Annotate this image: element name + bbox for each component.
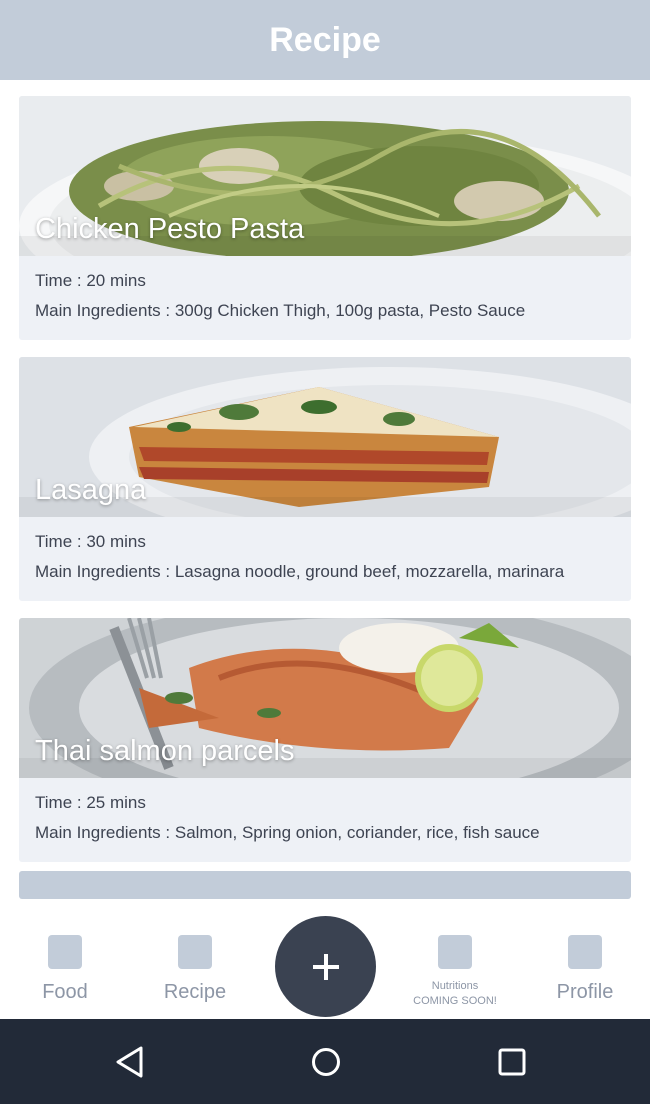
food-icon xyxy=(48,935,82,969)
recipe-ingredients: Main Ingredients : Lasagna noodle, groun… xyxy=(35,562,565,581)
nav-label-food: Food xyxy=(42,981,88,1003)
nutritions-label: Nutritions xyxy=(431,980,479,992)
lasagna-photo: Lasagna xyxy=(19,357,631,517)
recipe-card-chicken-pesto-pasta[interactable]: Chicken Pesto Pasta Time : 20 mins Main … xyxy=(19,96,631,340)
home-circle-icon[interactable] xyxy=(309,1045,343,1079)
nav-label-recipe: Recipe xyxy=(163,981,227,1003)
system-navigation-bar xyxy=(0,1019,650,1104)
coming-soon-label: COMING SOON! xyxy=(413,995,497,1007)
salmon-photo: Thai salmon parcels xyxy=(19,618,631,778)
recipe-time: Time : 25 mins xyxy=(35,793,146,812)
pasta-photo: Chicken Pesto Pasta xyxy=(19,96,631,256)
recipe-title: Thai salmon parcels xyxy=(35,735,295,767)
profile-icon xyxy=(568,935,602,969)
nav-label-profile: Profile xyxy=(556,981,614,1003)
recipe-time: Time : 30 mins xyxy=(35,532,146,551)
recents-square-icon[interactable] xyxy=(495,1045,529,1079)
recipe-details: Time : 25 mins Main Ingredients : Salmon… xyxy=(19,778,631,862)
recipe-title: Chicken Pesto Pasta xyxy=(35,213,305,245)
nutritions-icon xyxy=(438,935,472,969)
recipe-details: Time : 20 mins Main Ingredients : 300g C… xyxy=(19,256,631,340)
app-header: Recipe xyxy=(0,0,650,80)
plus-icon xyxy=(312,953,339,980)
recipe-card-lasagna[interactable]: Lasagna Time : 30 mins Main Ingredients … xyxy=(19,357,631,601)
back-triangle-icon[interactable] xyxy=(113,1045,147,1079)
nav-item-nutritions[interactable]: Nutritions COMING SOON! xyxy=(395,935,515,1015)
recipe-ingredients: Main Ingredients : Salmon, Spring onion,… xyxy=(35,823,540,842)
recipe-card-thai-salmon-parcels[interactable]: Thai salmon parcels Time : 25 mins Main … xyxy=(19,618,631,862)
recipe-icon xyxy=(178,935,212,969)
recipe-details: Time : 30 mins Main Ingredients : Lasagn… xyxy=(19,517,631,601)
bottom-navigation: Food Recipe Nutritions COMING SOON! Prof… xyxy=(0,905,650,1019)
page-title: Recipe xyxy=(269,20,381,59)
nav-item-recipe[interactable]: Recipe xyxy=(135,935,255,1015)
recipe-card-partial[interactable] xyxy=(19,871,631,899)
recipe-title: Lasagna xyxy=(35,474,147,506)
nav-item-food[interactable]: Food xyxy=(5,935,125,1015)
recipe-ingredients: Main Ingredients : 300g Chicken Thigh, 1… xyxy=(35,301,526,320)
add-button[interactable] xyxy=(275,916,376,1017)
nav-item-profile[interactable]: Profile xyxy=(525,935,645,1015)
nav-label-nutritions: Nutritions COMING SOON! xyxy=(413,979,497,1009)
recipe-app-screen: Recipe Chicken Pesto Pasta Time: 20 min… xyxy=(0,0,650,1104)
recipe-time: Time : 20 mins xyxy=(35,271,146,290)
